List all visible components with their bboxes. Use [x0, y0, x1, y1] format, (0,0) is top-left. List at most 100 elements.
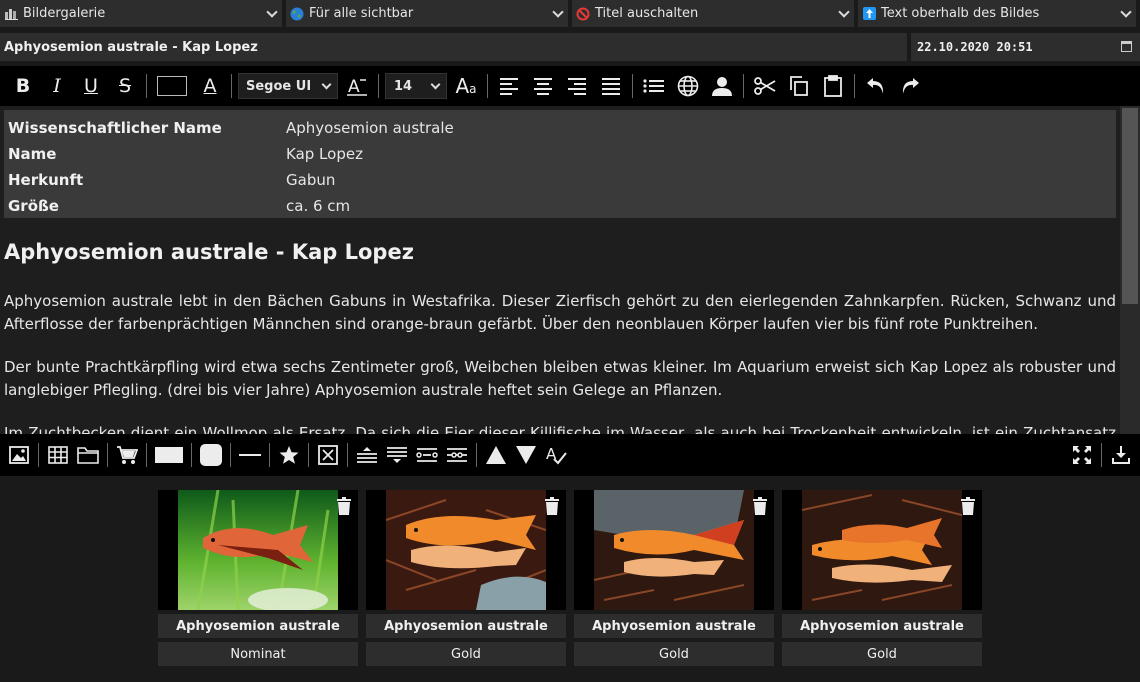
chevron-down-icon	[266, 6, 278, 18]
font-size-value: 14	[394, 78, 413, 94]
font-size-select[interactable]: 14	[385, 73, 447, 99]
align-left-icon[interactable]	[492, 69, 526, 103]
fish-photo-gold-2	[594, 490, 754, 610]
article-paragraph: Der bunte Prachtkärpfling wird etwa sech…	[4, 358, 1116, 399]
table-row: Name Kap Lopez	[4, 141, 1116, 167]
cart-icon[interactable]	[112, 438, 142, 472]
fish-photo-nominat	[178, 490, 338, 610]
gallery-item[interactable]: Aphyosemion australe Gold	[366, 490, 566, 666]
chevron-down-icon	[1120, 6, 1132, 18]
globe-icon	[290, 7, 304, 21]
text-case-icon[interactable]: Aa	[449, 69, 483, 103]
title-display-select[interactable]: Titel auschalten	[572, 0, 854, 27]
align-right-icon[interactable]	[560, 69, 594, 103]
star-icon[interactable]	[274, 438, 304, 472]
chevron-down-icon	[552, 6, 564, 18]
info-value: Kap Lopez	[286, 145, 363, 163]
text-color-icon[interactable]: A	[193, 69, 227, 103]
cut-icon[interactable]	[748, 69, 782, 103]
box-icon[interactable]	[151, 438, 187, 472]
info-key: Größe	[8, 197, 59, 215]
align-center-icon[interactable]	[526, 69, 560, 103]
font-family-select[interactable]: Segoe UI	[238, 73, 338, 99]
gallery-photo[interactable]	[782, 490, 982, 610]
gallery-caption-title[interactable]: Aphyosemion australe	[782, 614, 982, 638]
background-color-swatch[interactable]	[157, 76, 187, 96]
date-value: 22.10.2020 20:51	[917, 40, 1033, 54]
gallery-item[interactable]: Aphyosemion australe Gold	[574, 490, 774, 666]
scrollbar-thumb[interactable]	[1122, 108, 1138, 304]
gallery-photo[interactable]	[366, 490, 566, 610]
folder-icon[interactable]	[73, 438, 103, 472]
spacing-up-icon[interactable]	[352, 438, 382, 472]
calendar-icon[interactable]	[1121, 41, 1132, 52]
editor-content[interactable]: Wissenschaftlicher Name Aphyosemion aust…	[0, 106, 1120, 434]
svg-text:A: A	[348, 77, 360, 96]
format-toolbar: B I U S A Segoe UI A 14 Aa	[0, 66, 1140, 106]
info-table: Wissenschaftlicher Name Aphyosemion aust…	[4, 110, 1116, 218]
divider	[38, 443, 39, 467]
trash-icon[interactable]	[336, 496, 352, 516]
underline-icon[interactable]: U	[74, 69, 108, 103]
top-settings-row: Bildergalerie Für alle sichtbar Titel au…	[0, 0, 1140, 28]
gallery-caption-variant[interactable]: Gold	[782, 642, 982, 666]
download-icon[interactable]	[1106, 438, 1136, 472]
copy-icon[interactable]	[782, 69, 816, 103]
move-up-icon[interactable]	[481, 438, 511, 472]
spacing-down-icon[interactable]	[382, 438, 412, 472]
indent-in-icon[interactable]	[412, 438, 442, 472]
gallery-item[interactable]: Aphyosemion australe Nominat	[158, 490, 358, 666]
trash-icon[interactable]	[544, 496, 560, 516]
gallery-item[interactable]: Aphyosemion australe Gold	[782, 490, 982, 666]
user-icon[interactable]	[705, 69, 739, 103]
bold-icon[interactable]: B	[6, 69, 40, 103]
gallery-caption-title[interactable]: Aphyosemion australe	[366, 614, 566, 638]
undo-icon[interactable]	[859, 69, 893, 103]
fullscreen-icon[interactable]	[1067, 438, 1097, 472]
bullet-list-icon[interactable]	[637, 69, 671, 103]
spellcheck-icon[interactable]: A	[541, 438, 571, 472]
divider	[107, 443, 108, 467]
gallery-photo[interactable]	[158, 490, 358, 610]
divider	[230, 443, 231, 467]
date-input[interactable]: 22.10.2020 20:51	[911, 33, 1140, 61]
no-entry-icon	[576, 7, 590, 21]
table-row: Wissenschaftlicher Name Aphyosemion aust…	[4, 115, 1116, 141]
align-justify-icon[interactable]	[594, 69, 628, 103]
fish-photo-gold-1	[386, 490, 546, 610]
divider	[146, 443, 147, 467]
gallery-photo[interactable]	[574, 490, 774, 610]
title-row: Aphyosemion australe - Kap Lopez 22.10.2…	[0, 33, 1140, 61]
info-key: Herkunft	[8, 171, 84, 189]
editor-scrollbar[interactable]	[1120, 106, 1140, 434]
text-position-select[interactable]: Text oberhalb des Bildes	[858, 0, 1136, 27]
title-input[interactable]: Aphyosemion australe - Kap Lopez	[0, 33, 907, 61]
italic-icon[interactable]: I	[40, 69, 74, 103]
remove-box-icon[interactable]	[313, 438, 343, 472]
rounded-box-icon[interactable]	[196, 438, 226, 472]
indent-out-icon[interactable]	[442, 438, 472, 472]
trash-icon[interactable]	[752, 496, 768, 516]
category-select[interactable]: Bildergalerie	[0, 0, 282, 27]
image-icon[interactable]	[4, 438, 34, 472]
gallery-caption-variant[interactable]: Gold	[366, 642, 566, 666]
table-row: Herkunft Gabun	[4, 167, 1116, 193]
strikethrough-icon[interactable]: S	[108, 69, 142, 103]
trash-icon[interactable]	[960, 496, 976, 516]
gallery-caption-variant[interactable]: Gold	[574, 642, 774, 666]
visibility-select[interactable]: Für alle sichtbar	[286, 0, 568, 27]
link-globe-icon[interactable]	[671, 69, 705, 103]
gallery-caption-variant[interactable]: Nominat	[158, 642, 358, 666]
table-icon[interactable]	[43, 438, 73, 472]
paste-icon[interactable]	[816, 69, 850, 103]
article-paragraph: Aphyosemion australe lebt in den Bächen …	[4, 292, 1116, 333]
horizontal-rule-icon[interactable]	[235, 438, 265, 472]
chevron-down-icon	[838, 6, 850, 18]
clear-format-icon[interactable]: A	[340, 69, 374, 103]
info-value: Aphyosemion australe	[286, 119, 454, 137]
gallery-caption-title[interactable]: Aphyosemion australe	[574, 614, 774, 638]
redo-icon[interactable]	[893, 69, 927, 103]
move-down-icon[interactable]	[511, 438, 541, 472]
gallery-caption-title[interactable]: Aphyosemion australe	[158, 614, 358, 638]
fish-photo-gold-3	[802, 490, 962, 610]
